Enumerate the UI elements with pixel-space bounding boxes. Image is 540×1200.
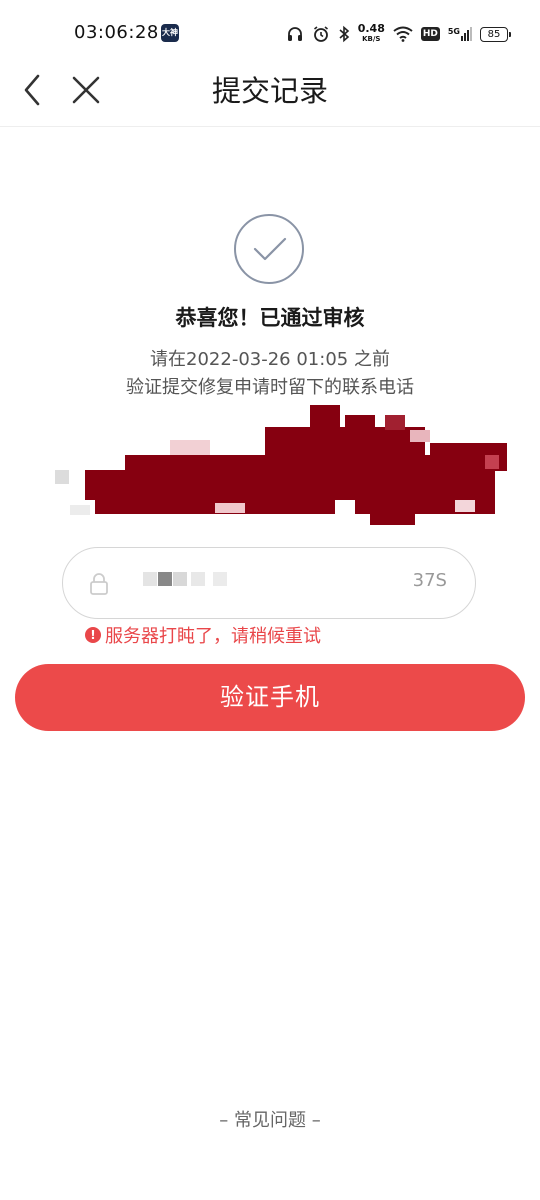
wifi-icon	[393, 26, 413, 42]
error-text: 服务器打盹了，请稍候重试	[105, 626, 321, 647]
headphones-icon	[287, 27, 302, 41]
faq-link[interactable]: – 常见问题 –	[0, 1106, 540, 1132]
result-deadline-text: 请在2022-03-26 01:05 之前	[150, 349, 390, 370]
signal-icon: 5G	[448, 27, 472, 41]
status-bar: 03:06:28 大神 0.48 KB/S HD 5G 85	[0, 0, 540, 64]
resend-countdown[interactable]: 37S	[413, 570, 447, 591]
net-speed: 0.48 KB/S	[357, 22, 385, 43]
verification-code-field[interactable]: 37S	[62, 547, 476, 619]
check-circle-icon	[234, 214, 304, 284]
verify-phone-button[interactable]: 验证手机	[15, 664, 525, 731]
battery-icon: 85	[480, 26, 511, 42]
app-badge-icon: 大神	[161, 24, 179, 42]
hd-icon: HD	[420, 27, 440, 41]
result-headline: 恭喜您！已通过审核	[175, 306, 365, 330]
lock-icon	[90, 573, 108, 595]
verification-code-input[interactable]	[123, 566, 377, 602]
status-icons: 0.48 KB/S HD 5G 85	[286, 20, 511, 48]
alarm-icon	[313, 26, 328, 42]
error-icon: !	[85, 627, 101, 643]
page-title: 提交记录	[211, 74, 328, 108]
redacted-phone-number	[55, 395, 515, 535]
bluetooth-icon	[339, 25, 349, 43]
status-time: 03:06:28	[74, 22, 159, 43]
error-message: ! 服务器打盹了，请稍候重试	[85, 622, 321, 648]
nav-bar: 提交记录	[0, 64, 540, 127]
